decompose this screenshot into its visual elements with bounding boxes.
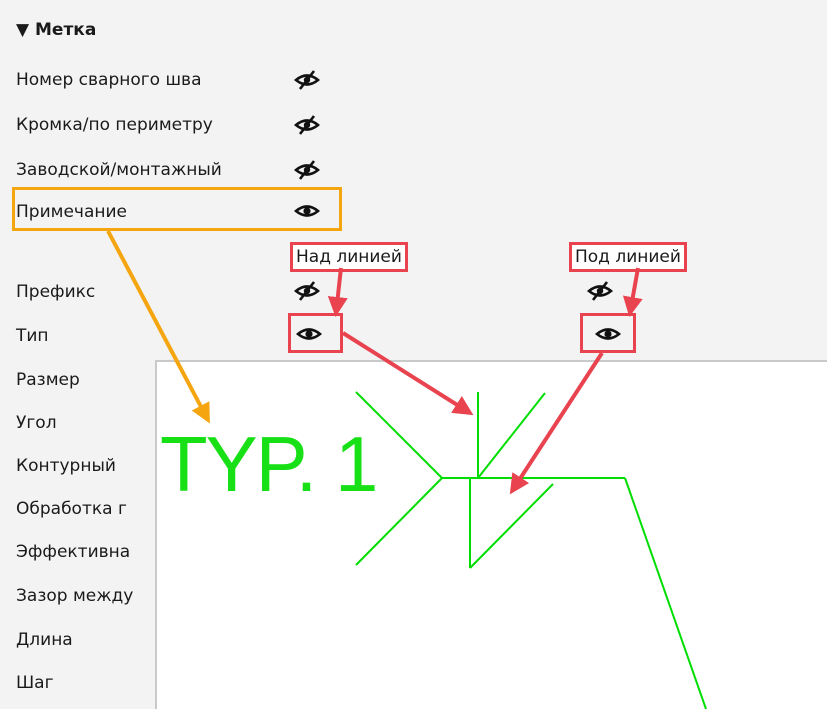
row-gap-label: Зазор между [16, 586, 134, 606]
weld-preview-canvas [155, 360, 827, 709]
type-below-eye-highlight [580, 313, 636, 353]
row-type-label: Тип [16, 326, 49, 346]
row-angle-label: Угол [16, 413, 57, 433]
row-length-label: Длина [16, 630, 73, 650]
eye-slash-icon[interactable] [294, 115, 320, 135]
row-pitch-label: Шаг [16, 673, 54, 693]
row-edge-perimeter-label: Кромка/по периметру [16, 115, 213, 135]
row-contour-label: Контурный [16, 456, 116, 476]
row-weld-number-label: Номер сварного шва [16, 70, 202, 90]
row-shop-field-label: Заводской/монтажный [16, 160, 222, 180]
type-above-eye-highlight [288, 313, 343, 353]
eye-slash-icon[interactable] [294, 70, 320, 90]
eye-slash-icon[interactable] [587, 281, 613, 301]
preview-note-text: TYP. 1 [160, 420, 378, 508]
note-row-highlight [12, 187, 342, 231]
eye-slash-icon[interactable] [294, 281, 320, 301]
row-size-label: Размер [16, 370, 80, 390]
eye-slash-icon[interactable] [294, 160, 320, 180]
row-prefix-label: Префикс [16, 282, 96, 302]
section-header-label[interactable]: ▼ Метка [16, 20, 96, 40]
row-finish-label: Обработка г [16, 499, 127, 519]
row-effective-label: Эффективна [16, 542, 131, 562]
column-header-below-line: Под линией [569, 242, 687, 272]
column-header-above-line: Над линией [290, 242, 408, 272]
